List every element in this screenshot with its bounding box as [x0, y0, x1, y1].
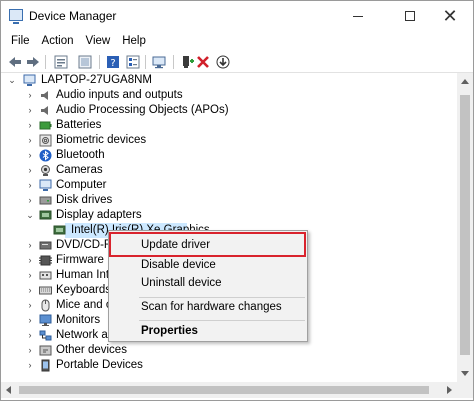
window-title: Device Manager: [29, 9, 117, 23]
speaker-icon: [41, 106, 48, 115]
context-menu-uninstall-device[interactable]: Uninstall device: [110, 273, 306, 293]
keyboard-icon: [39, 286, 52, 295]
details-icon[interactable]: [125, 54, 141, 70]
expand-chevron-icon[interactable]: ›: [25, 238, 35, 253]
expand-chevron-icon[interactable]: ›: [25, 103, 35, 118]
toolbar-separator: [173, 55, 174, 69]
tree-item-label: Bluetooth: [56, 149, 105, 161]
collapse-chevron-icon[interactable]: ⌄: [25, 208, 35, 223]
forward-arrow-icon[interactable]: [25, 54, 41, 70]
vertical-scroll-thumb[interactable]: [460, 95, 470, 355]
computer-icon: [23, 74, 36, 86]
toolbar-separator: [145, 55, 146, 69]
scroll-up-arrow-icon[interactable]: [461, 79, 469, 84]
device-manager-app-icon: [9, 9, 23, 24]
firmware-icon: [39, 255, 52, 266]
portable-devices-icon: [41, 359, 50, 372]
expand-chevron-icon[interactable]: ›: [25, 163, 35, 178]
minimize-button[interactable]: [335, 1, 381, 31]
collapse-chevron-icon[interactable]: ⌄: [7, 73, 17, 88]
tree-item-label: Computer: [56, 179, 107, 191]
fingerprint-icon: [39, 134, 52, 147]
expand-chevron-icon[interactable]: ›: [25, 298, 35, 313]
toolbar-separator: [45, 55, 46, 69]
scroll-right-arrow-icon[interactable]: [447, 386, 452, 394]
expand-chevron-icon[interactable]: ›: [25, 118, 35, 133]
tree-item-label: Monitors: [56, 314, 101, 326]
close-button[interactable]: ✕: [427, 1, 473, 31]
disk-icon: [39, 196, 52, 205]
context-menu-properties[interactable]: Properties: [110, 321, 306, 341]
expand-chevron-icon[interactable]: ›: [25, 148, 35, 163]
back-arrow-icon[interactable]: [7, 54, 23, 70]
tree-item-label: Keyboards: [56, 284, 111, 296]
uninstall-icon[interactable]: [195, 54, 211, 70]
maximize-icon: [405, 11, 415, 21]
expand-chevron-icon[interactable]: ›: [25, 178, 35, 193]
speaker-icon: [41, 91, 48, 100]
tree-root-label: LAPTOP-27UGA8NM: [41, 74, 152, 86]
toolbar: ?: [1, 51, 473, 73]
menu-file[interactable]: File: [5, 31, 36, 51]
expand-chevron-icon[interactable]: ›: [25, 283, 35, 298]
tree-item-label: Audio inputs and outputs: [56, 89, 183, 101]
monitor-icon: [39, 314, 52, 326]
bluetooth-icon: [39, 149, 52, 162]
mouse-icon: [41, 299, 50, 312]
context-menu-scan-hardware[interactable]: Scan for hardware changes: [110, 297, 306, 317]
context-menu-update-driver[interactable]: Update driver: [110, 235, 306, 255]
device-manager-window: Device Manager ✕ File Action View Help ?…: [0, 0, 474, 401]
expand-chevron-icon[interactable]: ›: [25, 193, 35, 208]
scroll-down-arrow-icon[interactable]: [461, 371, 469, 376]
tree-item-label: Audio Processing Objects (APOs): [56, 104, 229, 116]
scrollbar-corner: [457, 382, 473, 398]
toolbar-separator: [99, 55, 100, 69]
network-icon: [39, 330, 52, 341]
horizontal-scrollbar[interactable]: [1, 382, 457, 398]
properties-icon[interactable]: [53, 54, 69, 70]
add-driver-icon[interactable]: [179, 54, 195, 70]
expand-chevron-icon[interactable]: ›: [25, 253, 35, 268]
expand-chevron-icon[interactable]: ›: [25, 313, 35, 328]
tree-item-label: Firmware: [56, 254, 104, 266]
camera-icon: [41, 165, 50, 176]
expand-chevron-icon[interactable]: ›: [25, 343, 35, 358]
tree-item-label: Biometric devices: [56, 134, 147, 146]
scroll-left-arrow-icon[interactable]: [6, 386, 11, 394]
svg-text:?: ?: [110, 58, 115, 69]
horizontal-scroll-thumb[interactable]: [19, 386, 429, 394]
title-bar: Device Manager ✕: [1, 1, 473, 31]
tree-item-label: Other devices: [56, 344, 127, 356]
help-icon[interactable]: ?: [105, 54, 121, 70]
expand-chevron-icon[interactable]: ›: [25, 358, 35, 373]
display-adapter-icon: [39, 210, 52, 220]
expand-chevron-icon[interactable]: ›: [25, 268, 35, 283]
vertical-scrollbar[interactable]: [457, 73, 473, 382]
hid-icon: [39, 271, 52, 280]
expand-chevron-icon[interactable]: ›: [25, 133, 35, 148]
dvd-icon: [39, 241, 52, 250]
update-driver-icon[interactable]: [215, 54, 231, 70]
tree-item-label: Disk drives: [56, 194, 113, 206]
menu-help[interactable]: Help: [116, 31, 152, 51]
tree-item-label: Portable Devices: [56, 359, 143, 371]
computer-icon: [39, 179, 52, 191]
menu-view[interactable]: View: [80, 31, 117, 51]
display-adapter-icon: [53, 225, 66, 235]
tree-item-label: Batteries: [56, 119, 102, 131]
minimize-icon: [353, 15, 363, 17]
other-devices-icon: [39, 345, 52, 356]
battery-icon: [39, 121, 52, 130]
show-hidden-icon[interactable]: [77, 54, 93, 70]
context-menu: Update driver Disable device Uninstall d…: [108, 230, 308, 342]
expand-chevron-icon[interactable]: ›: [25, 328, 35, 343]
tree-item-label: Display adapters: [56, 209, 142, 221]
context-menu-disable-device[interactable]: Disable device: [110, 255, 306, 275]
tree-item-label: Cameras: [56, 164, 103, 176]
scan-hardware-icon[interactable]: [151, 54, 167, 70]
menu-bar: File Action View Help: [1, 31, 473, 51]
expand-chevron-icon[interactable]: ›: [25, 88, 35, 103]
menu-action[interactable]: Action: [36, 31, 80, 51]
close-icon: ✕: [442, 5, 458, 26]
